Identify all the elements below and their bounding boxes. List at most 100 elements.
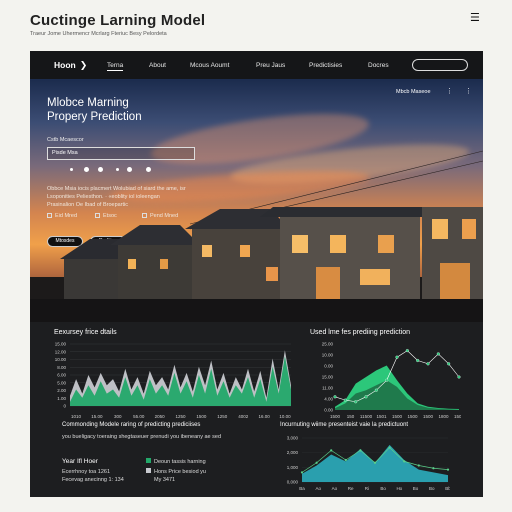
trend-point [300,471,304,474]
carousel-dot[interactable] [70,168,73,171]
trend-point [364,395,368,399]
trend-point [417,464,420,467]
carousel-dots [70,167,170,175]
x-tick-label: 55.00 [133,414,145,419]
hero-description: Obbce Msia iocis placmert Wolubiad of si… [47,185,227,209]
trend-point [416,358,420,363]
trend-point [403,460,406,463]
y-tick-label: 10.00 [55,357,67,362]
left-bottom-sub: you bueligacy toeraing shegtaseuer prenu… [62,434,222,440]
x-tick-label: 1501 [376,414,387,419]
legend-item: Hons Price besiod yu [146,468,206,475]
trend-point [457,375,461,379]
nav-item-preu[interactable]: Preu Jaus [256,62,285,69]
usage-prediction-chart: 25.0010.000.0015.0011.004.000.001500 150 1… [322,342,461,420]
right-chart-title: Used lme fes prediing prediction [310,329,410,336]
x-tick-label: Ri [365,486,369,491]
nav-item-mcous[interactable]: Mcous Aoumt [190,62,229,69]
trend-point [330,449,333,452]
stats-line: Fecevag anecinng 1: 134 [62,477,124,483]
x-tick-label: Bb [445,486,450,491]
legend-label: My 3471 [154,477,176,483]
y-tick-label: 0 [63,404,66,409]
x-tick-label: Bo [413,486,419,491]
trend-point [426,362,430,366]
y-tick-label: 1,000 [287,465,299,470]
carousel-dot[interactable] [127,167,132,172]
trend-point [344,458,347,462]
page-title: Cuctinge Larning Model [30,12,206,29]
legend-label: Hons Price besiod yu [154,469,206,475]
trend-point [405,349,409,353]
chevron-right-icon: ❯ [79,60,88,70]
carousel-dot[interactable] [98,167,103,172]
trend-point [373,461,377,464]
nav-item-predictions[interactable]: Predictisies [309,62,342,69]
x-tick-label: 10.00 [279,414,291,419]
trend-point [359,449,362,452]
x-tick-label: 1250 [175,414,186,419]
x-tick-label: 15.00 [91,414,103,419]
trend-point [447,362,451,366]
hero-title: Mlobce Marning Propery Prediction [47,96,142,124]
hero-title-line1: Mlobce Marning [47,97,129,109]
x-tick-label: 1500 [392,414,403,419]
x-tick-label: 300 [114,414,122,419]
stats-title: Year Ifl Hoer [62,458,98,465]
y-tick-label: 0,000 [287,480,299,485]
hero-description-line: Lsoponities Peliesthon. · «eoblity iol i… [47,194,160,200]
y-tick-label: 15.00 [322,375,334,380]
carousel-dot[interactable] [84,167,89,172]
price-details-chart: 15.00 12.00 10.00 8.00 6.00 5.00 2.00 1.00 0 1010… [55,342,291,420]
hero-section: Mlobce Marning Propery Prediction Cstb M… [30,79,483,322]
y-tick-label: 25.00 [322,342,334,347]
x-tick-label: 150 [347,414,355,419]
y-tick-label: 15.00 [55,342,67,347]
nav-item-terna[interactable]: Terna [107,62,124,71]
nav-home-link[interactable]: Hoon ❯ [54,60,87,71]
trend-point [343,398,347,402]
x-tick-label: 1010 [71,414,82,419]
trend-point [315,461,318,464]
y-tick-label: 3,000 [287,436,299,441]
hero-title-line2: Propery Prediction [47,111,142,123]
x-tick-label: 11500 [360,414,373,419]
statistics-section: Eexursey frice dtails 15.00 12.00 10.00 8.0… [30,322,483,497]
right-bottom-title: Incurnuting wiime presenteist vaie la pr… [280,422,409,428]
legend-swatch [146,468,151,473]
x-tick-label: Ba [299,486,305,491]
y-tick-label: 4.00 [324,397,333,402]
hamburger-menu-icon[interactable]: ☰ [470,13,480,24]
trend-point [446,468,450,471]
y-tick-label: 6.00 [57,373,66,378]
trend-point [432,467,435,470]
x-tick-label: 1500 [196,414,207,419]
y-tick-label: 2,000 [287,450,299,455]
hero-input-label: Cstb Mcaescor [47,137,84,143]
x-tick-label: 16.00 [258,414,270,419]
x-tick-label: Bo [380,486,386,491]
left-bottom-title: Commonding Modele raring of predicting p… [62,422,201,428]
x-tick-label: 1800 [438,414,449,419]
hero-top-right-label: Mbcb Maseoe [396,89,431,95]
more-options-icon[interactable]: ⋮ ⋮ [446,87,477,95]
left-chart-title: Eexursey frice dtails [54,329,117,336]
presentation-value-chart: 3,000 2,000 1,000 0,000Ba Ao Ao Re Ri Bo Ho Bo Bo Bb [287,436,450,492]
trend-point [395,355,399,359]
x-tick-label: 1500 [330,414,341,419]
nav-item-docres[interactable]: Docres [368,62,389,69]
location-input[interactable]: Pisde Msa [47,147,195,160]
trend-point [385,378,389,382]
x-tick-label: Bo [429,486,435,491]
search-input[interactable] [412,59,468,71]
x-tick-label: 1500 [423,414,434,419]
x-tick-label: Re [348,486,354,491]
carousel-dot[interactable] [116,168,119,171]
y-tick-label: 8.00 [57,365,66,370]
legend-item: My 3471 [154,477,175,483]
carousel-dot[interactable] [146,167,151,172]
x-tick-label: Ao [332,486,338,491]
nav-item-about[interactable]: About [149,62,166,69]
x-tick-label: 2050 [155,414,166,419]
x-tick-label: 1500 [454,414,461,419]
